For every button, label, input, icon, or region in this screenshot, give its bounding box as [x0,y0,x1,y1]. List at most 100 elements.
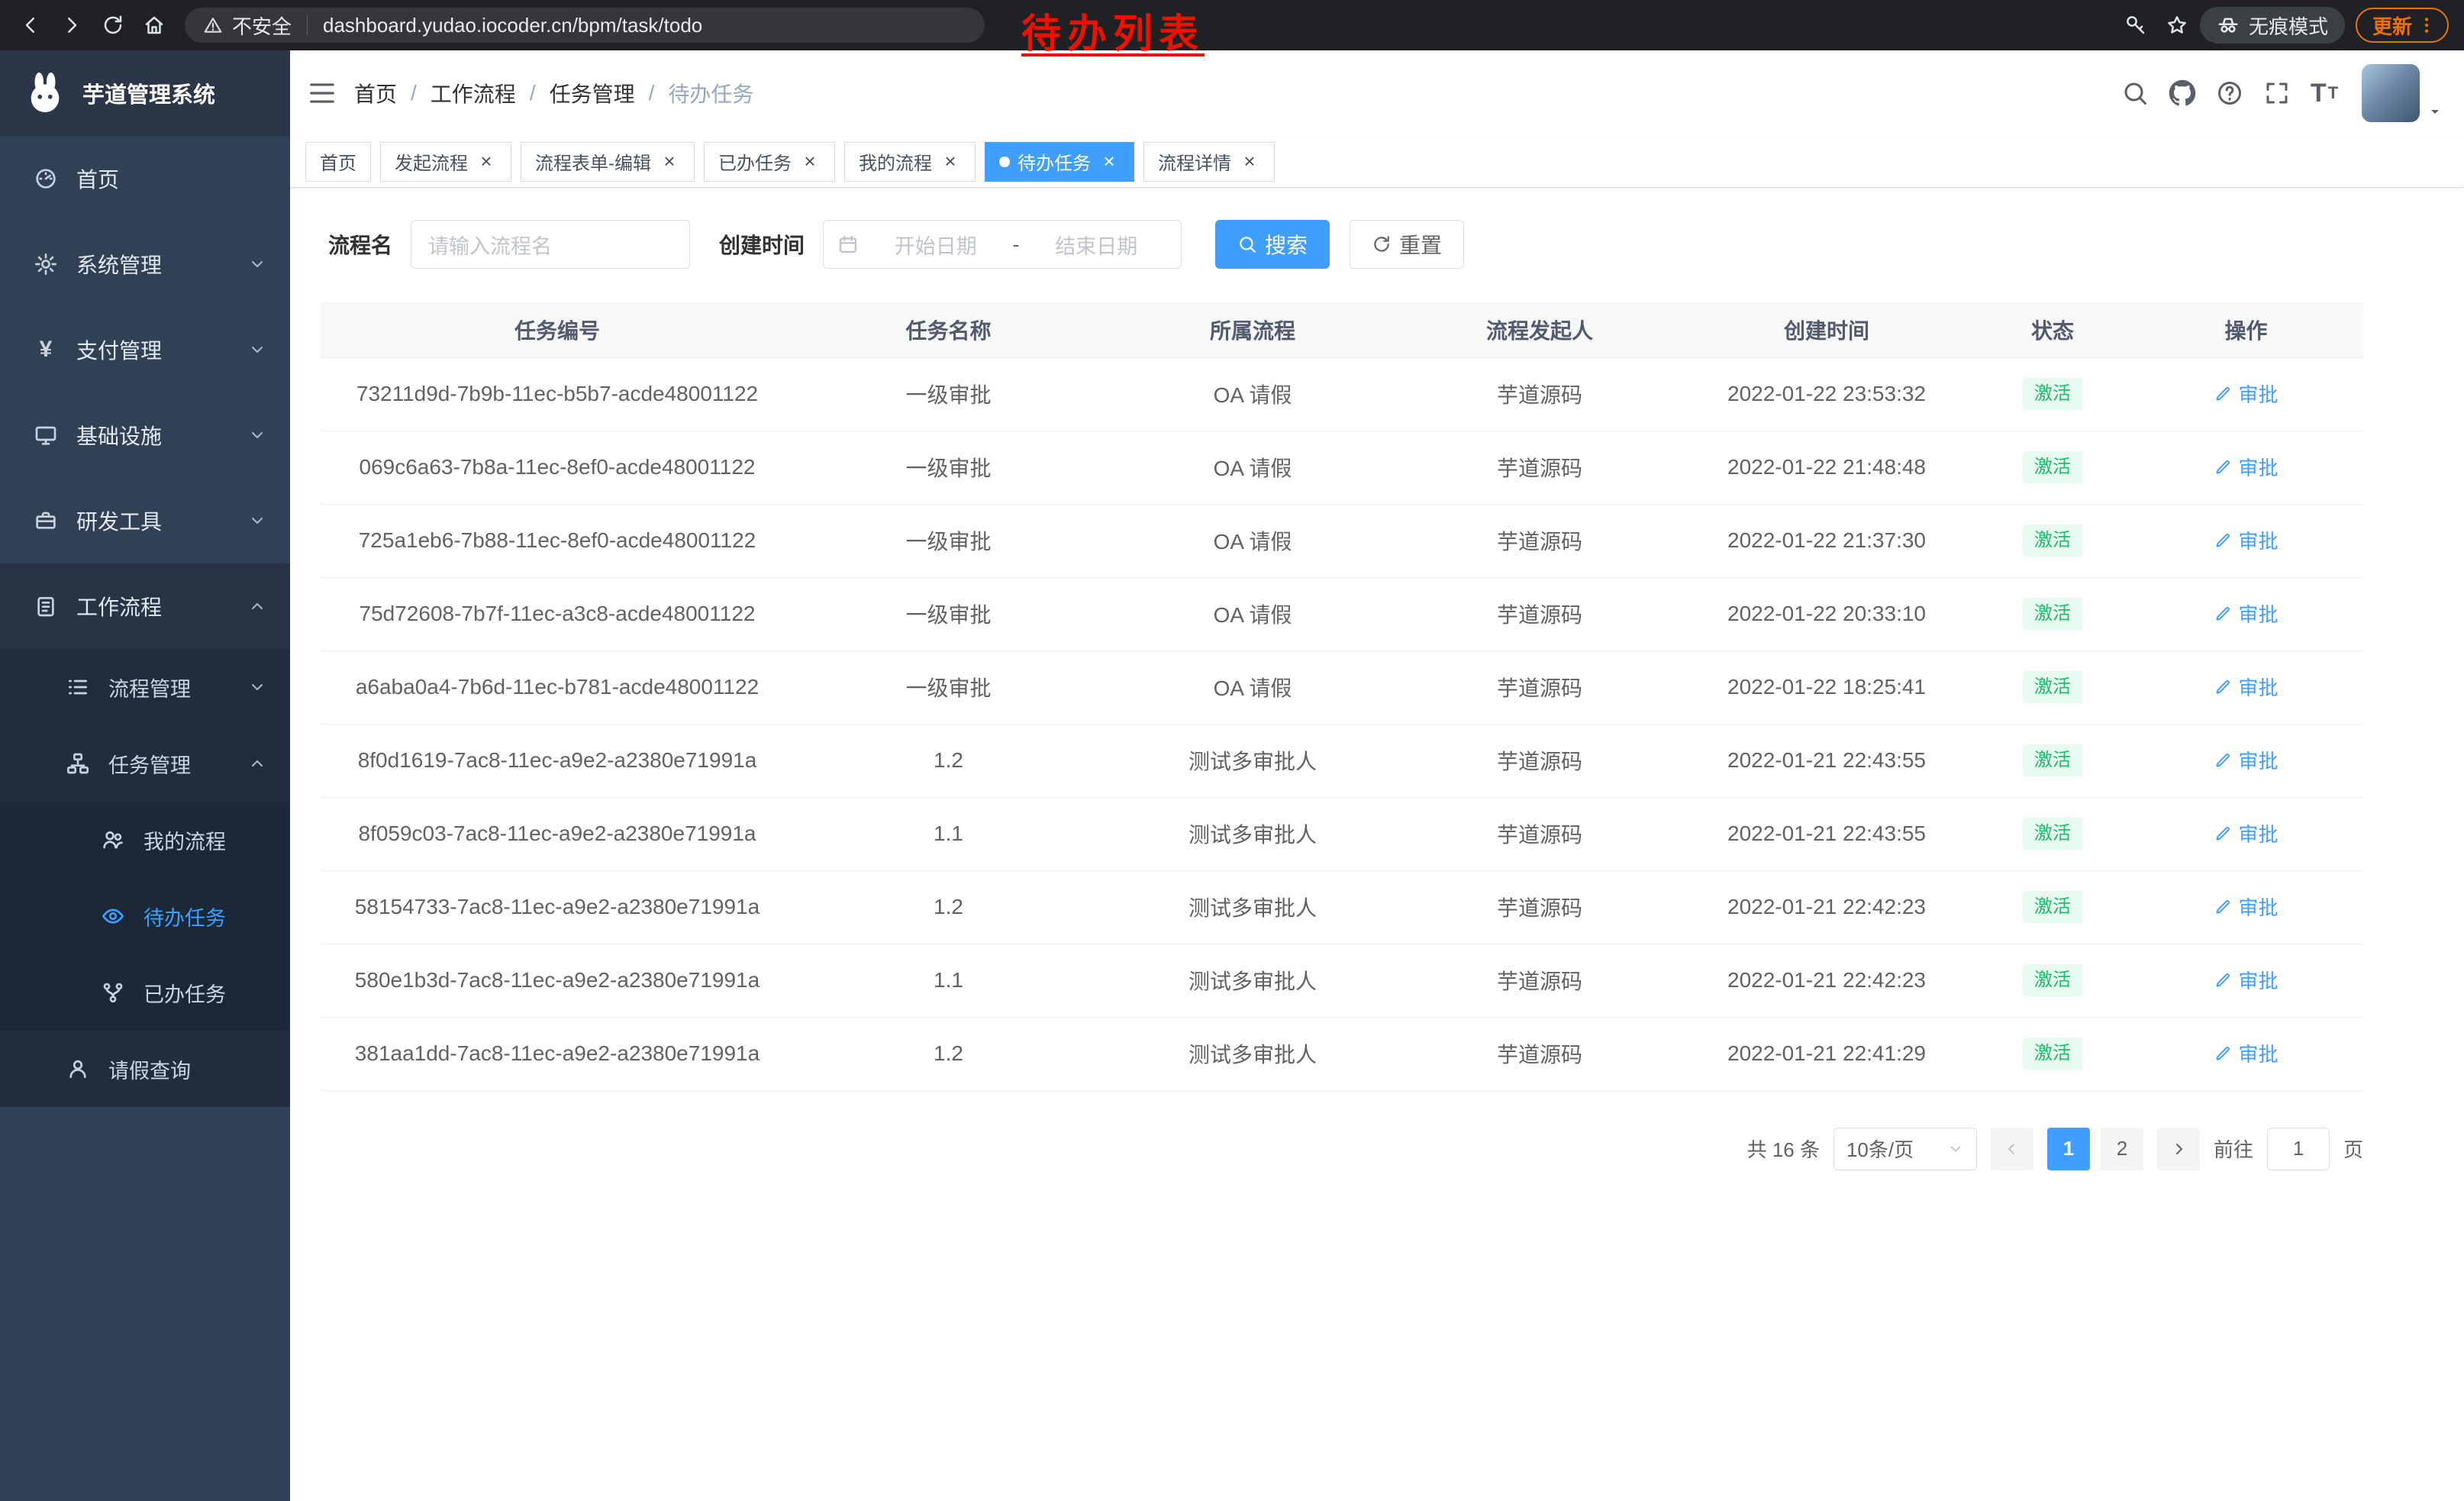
cell-process: 测试多审批人 [1103,944,1402,1017]
approve-action[interactable]: 审批 [2214,453,2278,481]
edit-icon [2214,971,2232,989]
status-badge: 激活 [2023,818,2082,850]
sidebar-item-my-process[interactable]: 我的流程 [0,802,290,878]
breadcrumb-separator: / [530,81,536,105]
tab-label: 流程详情 [1158,148,1231,175]
tab-close-icon[interactable]: × [799,151,821,173]
status-badge: 激活 [2023,744,2082,776]
sidebar-item-done-task[interactable]: 已办任务 [0,954,290,1031]
home-icon[interactable] [136,7,173,44]
approve-action[interactable]: 审批 [2214,966,2278,994]
sidebar-item-payment[interactable]: ¥支付管理 [0,307,290,392]
sidebar: 芋道管理系统 首页系统管理¥支付管理基础设施研发工具工作流程流程管理任务管理我的… [0,50,290,1501]
edit-icon [2214,678,2232,696]
user-avatar[interactable] [2362,64,2444,122]
address-bar[interactable]: 不安全 dashboard.yudao.iocoder.cn/bpm/task/… [185,8,985,43]
cell-starter: 芋道源码 [1402,504,1677,577]
tab-done-task[interactable]: 已办任务× [704,142,835,182]
font-size-icon[interactable]: TT [2301,69,2348,117]
prev-page-button[interactable] [1991,1128,2033,1170]
approve-action[interactable]: 审批 [2214,379,2278,408]
page-1-button[interactable]: 1 [2047,1128,2090,1170]
cell-starter: 芋道源码 [1402,650,1677,724]
key-icon[interactable] [2117,7,2154,44]
approve-action[interactable]: 审批 [2214,746,2278,774]
status-badge: 激活 [2023,1038,2082,1070]
back-icon[interactable] [12,7,49,44]
tab-start-process[interactable]: 发起流程× [380,142,511,182]
sidebar-item-home[interactable]: 首页 [0,136,290,221]
sidebar-item-leave-query[interactable]: 请假查询 [0,1031,290,1107]
approve-action[interactable]: 审批 [2214,1039,2278,1067]
reset-button[interactable]: 重置 [1350,220,1464,269]
cell-process: OA 请假 [1103,650,1402,724]
sidebar-item-task-mgmt[interactable]: 任务管理 [0,725,290,802]
tab-close-icon[interactable]: × [659,151,680,173]
sidebar-item-dev-tools[interactable]: 研发工具 [0,478,290,563]
tab-close-icon[interactable]: × [1239,151,1260,173]
tab-close-icon[interactable]: × [1098,151,1120,173]
cell-process: OA 请假 [1103,431,1402,504]
sidebar-item-process-mgmt[interactable]: 流程管理 [0,649,290,725]
tab-close-icon[interactable]: × [476,151,497,173]
approve-action[interactable]: 审批 [2214,893,2278,921]
star-icon[interactable] [2159,7,2195,44]
cell-action: 审批 [2129,357,2363,431]
github-icon[interactable] [2159,69,2206,117]
page-2-button[interactable]: 2 [2101,1128,2143,1170]
update-button[interactable]: 更新 [2356,8,2449,43]
tab-home[interactable]: 首页 [305,142,371,182]
tab-my-process[interactable]: 我的流程× [844,142,976,182]
cell-id: 73211d9d-7b9b-11ec-b5b7-acde48001122 [321,357,794,431]
warning-icon [203,15,223,35]
sidebar-item-infrastructure[interactable]: 基础设施 [0,392,290,478]
browser-chrome: 不安全 dashboard.yudao.iocoder.cn/bpm/task/… [0,0,2464,50]
search-icon[interactable] [2111,69,2159,117]
column-header: 创建时间 [1677,302,1976,357]
date-range-picker[interactable]: 开始日期 - 结束日期 [823,220,1182,269]
status-badge: 激活 [2023,671,2082,703]
goto-page-value: 1 [2293,1137,2304,1160]
cell-starter: 芋道源码 [1402,431,1677,504]
approve-action[interactable]: 审批 [2214,819,2278,847]
tags-view-bar: 首页发起流程×流程表单-编辑×已办任务×我的流程×待办任务× 流程详情 × [290,136,2464,188]
edit-icon [2214,1044,2232,1063]
cell-status: 激活 [1976,504,2129,577]
sidebar-item-label: 请假查询 [108,1054,267,1084]
hamburger-icon[interactable] [290,79,354,108]
breadcrumb-item[interactable]: 任务管理 [550,78,635,108]
edit-icon [2214,531,2232,550]
tab-process-detail[interactable]: 流程详情 × [1143,142,1275,182]
annotation-text: 待办列表 [1021,2,1205,59]
sidebar-item-system[interactable]: 系统管理 [0,221,290,307]
refresh-icon[interactable] [95,7,131,44]
tab-form-edit[interactable]: 流程表单-编辑× [521,142,695,182]
breadcrumb-item[interactable]: 首页 [354,78,397,108]
process-name-input[interactable]: 请输入流程名 [411,220,690,269]
cell-id: 069c6a63-7b8a-11ec-8ef0-acde48001122 [321,431,794,504]
sidebar-item-todo-task[interactable]: 待办任务 [0,878,290,954]
page-size-select[interactable]: 10条/页 [1833,1128,1977,1170]
goto-page-input[interactable]: 1 [2267,1128,2330,1170]
logo-image [23,71,67,115]
approve-action[interactable]: 审批 [2214,599,2278,628]
app-logo[interactable]: 芋道管理系统 [0,50,290,136]
forward-icon[interactable] [53,7,90,44]
tab-close-icon[interactable]: × [940,151,961,173]
breadcrumb-item[interactable]: 工作流程 [431,78,516,108]
help-icon[interactable] [2206,69,2253,117]
cell-name: 1.1 [794,944,1103,1017]
chevron-down-icon [247,678,267,696]
approve-action[interactable]: 审批 [2214,673,2278,701]
cell-starter: 芋道源码 [1402,1017,1677,1090]
next-page-button[interactable] [2157,1128,2200,1170]
security-label: 不安全 [232,11,292,40]
fullscreen-icon[interactable] [2253,69,2301,117]
sidebar-item-label: 待办任务 [144,902,267,931]
approve-action-label: 审批 [2238,1039,2278,1067]
approve-action[interactable]: 审批 [2214,526,2278,554]
cell-name: 1.2 [794,870,1103,944]
sidebar-item-workflow[interactable]: 工作流程 [0,563,290,649]
tab-todo-task[interactable]: 待办任务× [985,142,1134,182]
search-button[interactable]: 搜索 [1215,220,1330,269]
